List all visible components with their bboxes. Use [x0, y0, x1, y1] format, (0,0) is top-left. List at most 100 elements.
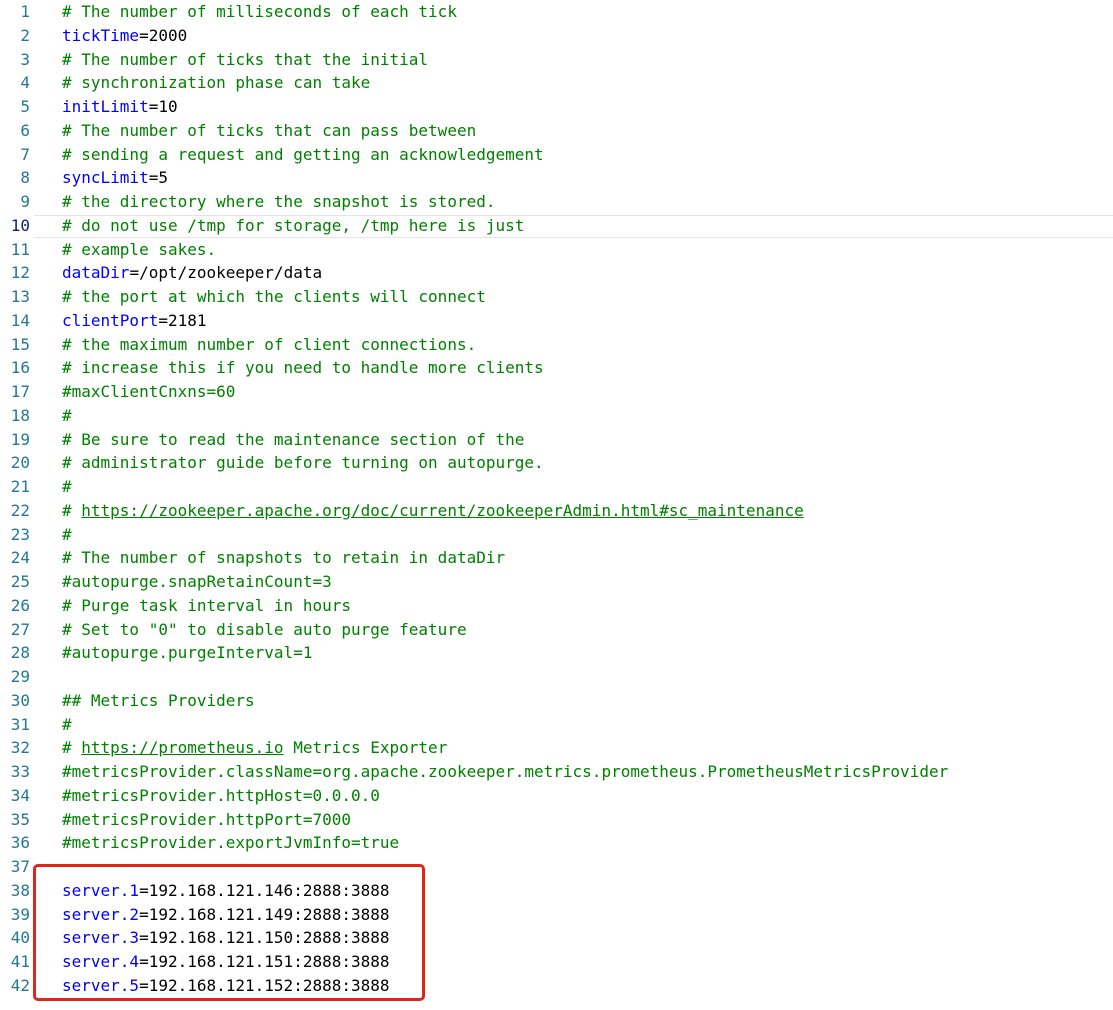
config-value: =192.168.121.150:2888:3888 — [139, 928, 390, 948]
line-content: # do not use /tmp for storage, /tmp here… — [62, 214, 524, 238]
line-content: # Set to "0" to disable auto purge featu… — [62, 618, 467, 642]
comment-text: # sending a request and getting an ackno… — [62, 144, 544, 164]
code-line[interactable]: 24 # The number of snapshots to retain in… — [0, 546, 1113, 570]
comment-text: # The number of milliseconds of each tic… — [62, 2, 457, 21]
code-line[interactable]: 16 # increase this if you need to handle … — [0, 356, 1113, 380]
line-content: #metricsProvider.httpHost=0.0.0.0 — [62, 784, 380, 808]
comment-text: # example sakes. — [62, 239, 217, 259]
line-number: 30 — [10, 690, 30, 710]
comment-text: # synchronization phase can take — [62, 73, 371, 93]
code-line[interactable]: 21 # — [0, 475, 1113, 499]
line-number: 7 — [20, 144, 30, 164]
config-key: tickTime — [62, 25, 140, 45]
code-line[interactable]: 11 # example sakes. — [0, 238, 1113, 262]
line-number: 8 — [20, 168, 30, 188]
code-line[interactable]: 36 #metricsProvider.exportJvmInfo=true — [0, 831, 1113, 855]
comment-text: # the directory where the snapshot is st… — [62, 192, 496, 211]
line-content: clientPort=2181 — [62, 309, 207, 333]
code-line[interactable]: 29 — [0, 665, 1113, 689]
code-line[interactable]: 5 initLimit=10 — [0, 95, 1113, 119]
config-value: =2181 — [158, 310, 207, 330]
line-content: # synchronization phase can take — [62, 71, 370, 95]
code-line[interactable]: 9 # the directory where the snapshot is s… — [0, 190, 1113, 214]
comment-text: # do not use /tmp for storage, /tmp here… — [62, 215, 525, 235]
comment-text: # Set to "0" to disable auto purge featu… — [62, 619, 467, 639]
line-content: initLimit=10 — [62, 95, 178, 119]
config-key: server.3 — [62, 928, 140, 948]
code-editor[interactable]: 1 # The number of milliseconds of each ti… — [0, 0, 1113, 1010]
code-line[interactable]: 13 # the port at which the clients will c… — [0, 285, 1113, 309]
code-line[interactable]: 41 server.4=192.168.121.151:2888:3888 — [0, 950, 1113, 974]
line-content: # sending a request and getting an ackno… — [62, 143, 544, 167]
comment-text: #metricsProvider.httpPort=7000 — [62, 809, 351, 829]
code-line[interactable]: 30 ## Metrics Providers — [0, 689, 1113, 713]
code-line[interactable]: 15 # the maximum number of client connect… — [0, 333, 1113, 357]
code-line[interactable]: 19 # Be sure to read the maintenance sect… — [0, 428, 1113, 452]
comment-suffix: Metrics Exporter — [283, 738, 448, 758]
code-line[interactable]: 23 # — [0, 523, 1113, 547]
config-value: =192.168.121.146:2888:3888 — [139, 880, 390, 900]
line-number: 32 — [10, 738, 30, 758]
code-line[interactable]: 3 # The number of ticks that the initial — [0, 48, 1113, 72]
code-line[interactable]: 31 # — [0, 713, 1113, 737]
line-number: 42 — [10, 975, 30, 995]
line-content: syncLimit=5 — [62, 166, 168, 190]
code-line[interactable]: 4 # synchronization phase can take — [0, 71, 1113, 95]
code-line[interactable]: 14 clientPort=2181 — [0, 309, 1113, 333]
code-line[interactable]: 2 tickTime=2000 — [0, 24, 1113, 48]
comment-link[interactable]: https://zookeeper.apache.org/doc/current… — [81, 501, 803, 520]
config-key: syncLimit — [62, 168, 149, 188]
line-content: #metricsProvider.className=org.apache.zo… — [62, 760, 948, 784]
code-line[interactable]: 28 #autopurge.purgeInterval=1 — [0, 641, 1113, 665]
code-line[interactable]: 1 # The number of milliseconds of each ti… — [0, 0, 1113, 24]
code-line[interactable]: 6 # The number of ticks that can pass bet… — [0, 119, 1113, 143]
config-value: =5 — [148, 168, 168, 188]
config-key: dataDir — [62, 263, 130, 283]
code-line[interactable]: 35 #metricsProvider.httpPort=7000 — [0, 808, 1113, 832]
code-line[interactable]: 40 server.3=192.168.121.150:2888:3888 — [0, 926, 1113, 950]
code-line[interactable]: 38 server.1=192.168.121.146:2888:3888 — [0, 879, 1113, 903]
code-line[interactable]: 8 syncLimit=5 — [0, 166, 1113, 190]
code-line[interactable]: 20 # administrator guide before turning o… — [0, 451, 1113, 475]
line-content: # — [62, 713, 72, 737]
line-content: # the port at which the clients will con… — [62, 285, 486, 309]
code-line[interactable]: 27 # Set to "0" to disable auto purge fea… — [0, 618, 1113, 642]
code-line[interactable]: 17 #maxClientCnxns=60 — [0, 380, 1113, 404]
config-key: server.5 — [62, 975, 140, 995]
line-content: # The number of snapshots to retain in d… — [62, 546, 505, 570]
code-line[interactable]: 33 #metricsProvider.className=org.apache.… — [0, 760, 1113, 784]
comment-text: # The number of snapshots to retain in d… — [62, 548, 506, 568]
line-number: 17 — [10, 382, 30, 401]
line-content: dataDir=/opt/zookeeper/data — [62, 261, 322, 285]
line-content: # — [62, 404, 72, 428]
code-line[interactable]: 26 # Purge task interval in hours — [0, 594, 1113, 618]
line-number: 20 — [10, 453, 30, 473]
code-line[interactable]: 42 server.5=192.168.121.152:2888:3888 — [0, 974, 1113, 998]
code-line[interactable]: 22 # https://zookeeper.apache.org/doc/cur… — [0, 499, 1113, 523]
line-number: 41 — [10, 952, 30, 971]
code-line[interactable]: 18 # — [0, 404, 1113, 428]
code-line[interactable]: 34 #metricsProvider.httpHost=0.0.0.0 — [0, 784, 1113, 808]
line-number: 34 — [10, 785, 30, 805]
line-number: 23 — [10, 524, 30, 544]
line-content: server.4=192.168.121.151:2888:3888 — [62, 950, 390, 974]
code-line[interactable]: 37 — [0, 855, 1113, 879]
code-line[interactable]: 12 dataDir=/opt/zookeeper/data — [0, 261, 1113, 285]
code-line[interactable]: 25 #autopurge.snapRetainCount=3 — [0, 570, 1113, 594]
line-number: 4 — [20, 73, 30, 93]
line-content: # The number of ticks that the initial — [62, 48, 428, 72]
code-line[interactable]: 39 server.2=192.168.121.149:2888:3888 — [0, 903, 1113, 927]
comment-text: #metricsProvider.exportJvmInfo=true — [62, 833, 400, 853]
code-line[interactable]: 7 # sending a request and getting an ackn… — [0, 143, 1113, 167]
line-number: 10 — [10, 215, 30, 235]
line-number: 35 — [10, 809, 30, 829]
line-content: server.2=192.168.121.149:2888:3888 — [62, 903, 390, 927]
config-value: =/opt/zookeeper/data — [129, 263, 323, 283]
line-number: 14 — [10, 310, 30, 330]
comment-link[interactable]: https://prometheus.io — [81, 738, 283, 757]
line-number: 15 — [10, 334, 30, 354]
code-line[interactable]: 10 # do not use /tmp for storage, /tmp he… — [0, 214, 1113, 238]
code-line[interactable]: 32 # https://prometheus.io Metrics Export… — [0, 736, 1113, 760]
comment-text: # Be sure to read the maintenance sectio… — [62, 429, 525, 449]
comment-text: # the maximum number of client connectio… — [62, 334, 477, 354]
